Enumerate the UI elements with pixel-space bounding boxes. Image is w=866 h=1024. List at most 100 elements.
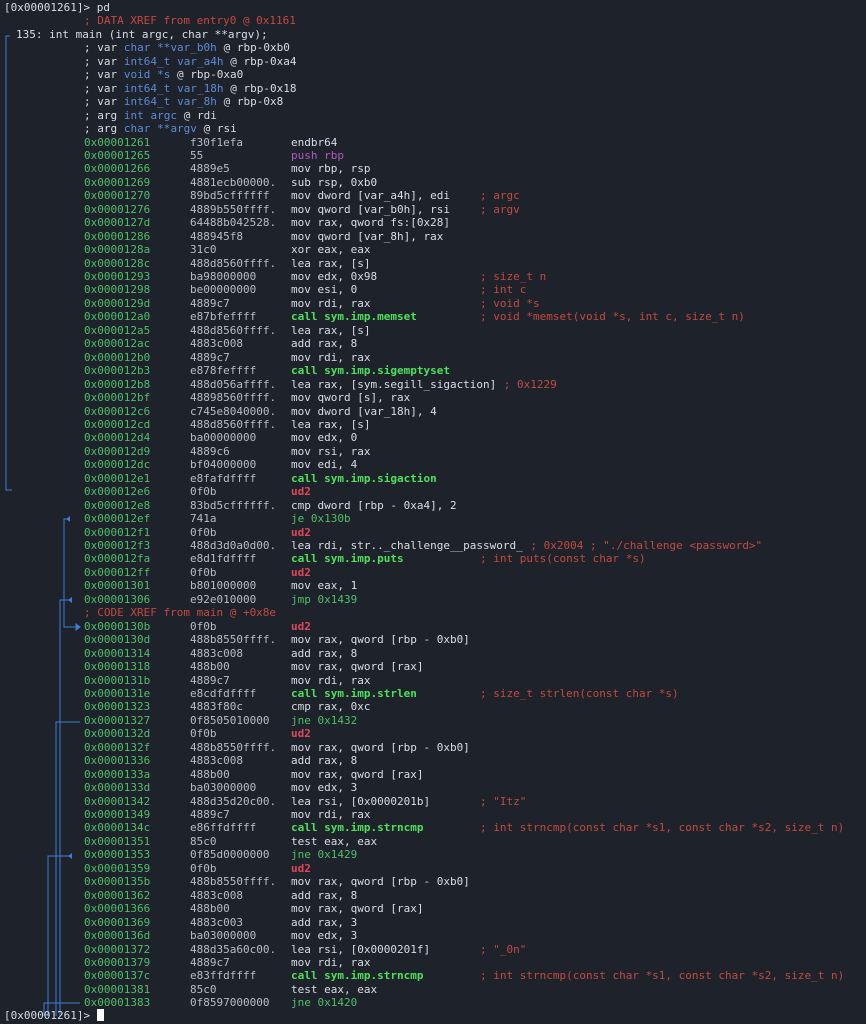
instruction-text: ud2	[291, 727, 311, 741]
disasm-line: 0x000012e8 83bd5cffffff. cmp dword [rbp - …	[0, 499, 866, 512]
instruction-address: 0x000012cd	[84, 417, 151, 431]
disasm-line: 0x00001286 488945f8 mov qword [var_8h], ra…	[0, 230, 866, 243]
disasm-line: 0x000012a5 488d8560ffff. lea rax, [s]	[0, 324, 866, 337]
instruction-text: test eax, eax	[291, 982, 378, 996]
instruction-bytes: 4889c7	[190, 296, 230, 310]
disasm-line: 0x0000130b 0f0b ud2	[0, 620, 866, 633]
disasm-line: 0x00001327 0f8505010000 jne 0x1432	[0, 714, 866, 727]
instruction-text: lea rax, [s]	[291, 417, 371, 431]
instruction-address: 0x000012d9	[84, 444, 151, 458]
disasm-line: 0x0000135b 488b8550ffff. mov rax, qword [r…	[0, 875, 866, 888]
disasm-line: 0x0000127d 64488b042528. mov rax, qword fs…	[0, 216, 866, 229]
instruction-text: call sym.imp.strlen	[291, 686, 417, 700]
instruction-address: 0x000012b0	[84, 350, 151, 364]
instruction-address: 0x000012f3	[84, 539, 151, 552]
instruction-address: 0x00001261	[84, 135, 151, 149]
instruction-bytes: 0f0b	[190, 727, 217, 741]
disasm-line: 0x00001269 4881ecb00000. sub rsp, 0xb0	[0, 176, 866, 189]
instruction-bytes: e8cdfdffff	[190, 686, 257, 700]
instruction-address: 0x0000129d	[84, 296, 151, 310]
function-signature-text: 135: int main (int argc, char **argv);	[16, 27, 268, 41]
instruction-text: mov edx, 3	[291, 781, 358, 795]
instruction-text: mov rdi, rax	[291, 955, 371, 969]
instruction-bytes: 4889b550ffff.	[190, 202, 277, 216]
disasm-line: 0x00001318 488b00 mov rax, qword [rax]	[0, 660, 866, 673]
disasm-line: 0x0000131b 4889c7 mov rdi, rax	[0, 674, 866, 687]
instruction-comment: ; argc	[480, 189, 520, 203]
instruction-bytes: 488945f8	[190, 229, 243, 243]
instruction-bytes: 4889c6	[190, 444, 230, 458]
instruction-text: lea rdi, str.._challenge__password_	[291, 539, 523, 552]
instruction-address: 0x000012d4	[84, 431, 151, 445]
instruction-text: add rax, 8	[291, 337, 358, 351]
instruction-bytes: be00000000	[190, 283, 257, 297]
var-type: char **	[123, 122, 171, 136]
instruction-address: 0x0000135b	[84, 875, 151, 889]
instruction-bytes: 85c0	[190, 982, 217, 996]
instruction-address: 0x000012fa	[84, 552, 151, 566]
instruction-address: 0x000012ac	[84, 337, 151, 351]
instruction-text: call sym.imp.strncmp	[291, 969, 424, 983]
disasm-line: 0x00001336 4883c008 add rax, 8	[0, 754, 866, 767]
instruction-text: call sym.imp.sigemptyset	[291, 364, 450, 378]
instruction-bytes: 0f8597000000	[190, 996, 270, 1010]
var-type: char **	[123, 41, 171, 55]
var-keyword: ; var	[84, 68, 124, 82]
var-keyword: ; var	[84, 95, 124, 109]
disasm-line: 0x000012b8 488d056affff. lea rax, [sym.seg…	[0, 378, 866, 391]
xref-comment: ; CODE XREF from main @ +0x8e	[84, 606, 277, 620]
instruction-comment: ; int puts(const char *s)	[480, 552, 646, 566]
disasm-line: 0x0000133d ba03000000 mov edx, 3	[0, 781, 866, 794]
disasm-line: 0x00001265 55 push rbp	[0, 149, 866, 162]
instruction-bytes: 741a	[190, 512, 217, 526]
instruction-text: lea rax, [s]	[291, 256, 371, 270]
disasm-line: 0x0000128c 488d8560ffff. lea rax, [s]	[0, 257, 866, 270]
radare2-terminal: [0x00001261]> pd; DATA XREF from entry0 …	[0, 0, 866, 1024]
disasm-line: 0x000012d4 ba00000000 mov edx, 0	[0, 431, 866, 444]
instruction-address: 0x00001270	[84, 189, 151, 203]
var-name: var_a4h	[177, 54, 224, 68]
terminal-cursor[interactable]	[97, 1009, 105, 1022]
instruction-text: add rax, 8	[291, 646, 358, 660]
disasm-line: 0x0000133a 488b00 mov rax, qword [rax]	[0, 768, 866, 781]
instruction-text: mov qword [s], rax	[291, 391, 411, 405]
var-location: @ rbp-0xb0	[217, 41, 290, 55]
instruction-address: 0x00001381	[84, 982, 151, 996]
instruction-text: jne 0x1420	[291, 996, 358, 1010]
instruction-address: 0x0000133a	[84, 767, 151, 781]
disasm-line: 0x00001298 be00000000 mov esi, 0 ; int c	[0, 283, 866, 296]
disasm-line: 0x00001301 b801000000 mov eax, 1	[0, 579, 866, 592]
instruction-address: 0x00001266	[84, 162, 151, 176]
var-type: void *	[123, 68, 164, 82]
instruction-bytes: 48898560ffff.	[190, 391, 277, 405]
instruction-comment: ; size_t n	[480, 270, 547, 283]
instruction-text: mov qword [var_b0h], rsi	[291, 202, 450, 216]
disasm-line: 0x00001261 f30f1efa endbr64	[0, 136, 866, 149]
disasm-line: 0x000012c6 c745e8040000. mov dword [var_18…	[0, 405, 866, 418]
instruction-address: 0x000012b3	[84, 364, 151, 378]
instruction-address: 0x00001265	[84, 148, 151, 162]
instruction-text: mov edx, 0x98	[291, 270, 378, 283]
instruction-bytes: 4883c008	[190, 646, 243, 660]
disasm-line: 0x0000129d 4889c7 mov rdi, rax ; void *s	[0, 297, 866, 310]
var-location: @ rbp-0x8	[217, 95, 284, 109]
instruction-comment: ; 0x1229	[503, 377, 557, 391]
instruction-comment: ; void *memset(void *s, int c, size_t n)	[480, 310, 745, 324]
instruction-address: 0x00001323	[84, 700, 151, 714]
disasm-line: 0x000012bf 48898560ffff. mov qword [s], ra…	[0, 391, 866, 404]
instruction-text: mov edx, 3	[291, 929, 358, 943]
instruction-bytes: 4883c008	[190, 888, 243, 902]
instruction-bytes: 0f0b	[190, 861, 217, 875]
disasm-line: 0x000012e6 0f0b ud2	[0, 485, 866, 498]
instruction-text: jne 0x1429	[291, 848, 358, 862]
disasm-line: 0x00001266 4889e5 mov rbp, rsp	[0, 162, 866, 175]
instruction-address: 0x00001359	[84, 861, 151, 875]
var-line: ; var int64_t var_18h @ rbp-0x18	[0, 82, 866, 95]
instruction-bytes: 83bd5cffffff.	[190, 498, 277, 512]
prompt-line: [0x00001261]> pd	[0, 1, 866, 14]
instruction-text: sub rsp, 0xb0	[291, 175, 378, 189]
instruction-bytes: 0f0b	[190, 525, 217, 539]
var-keyword: ; var	[84, 41, 124, 55]
instruction-bytes: e8fafdffff	[190, 471, 257, 485]
xref-comment: ; DATA XREF from entry0 @ 0x1161	[84, 14, 296, 28]
